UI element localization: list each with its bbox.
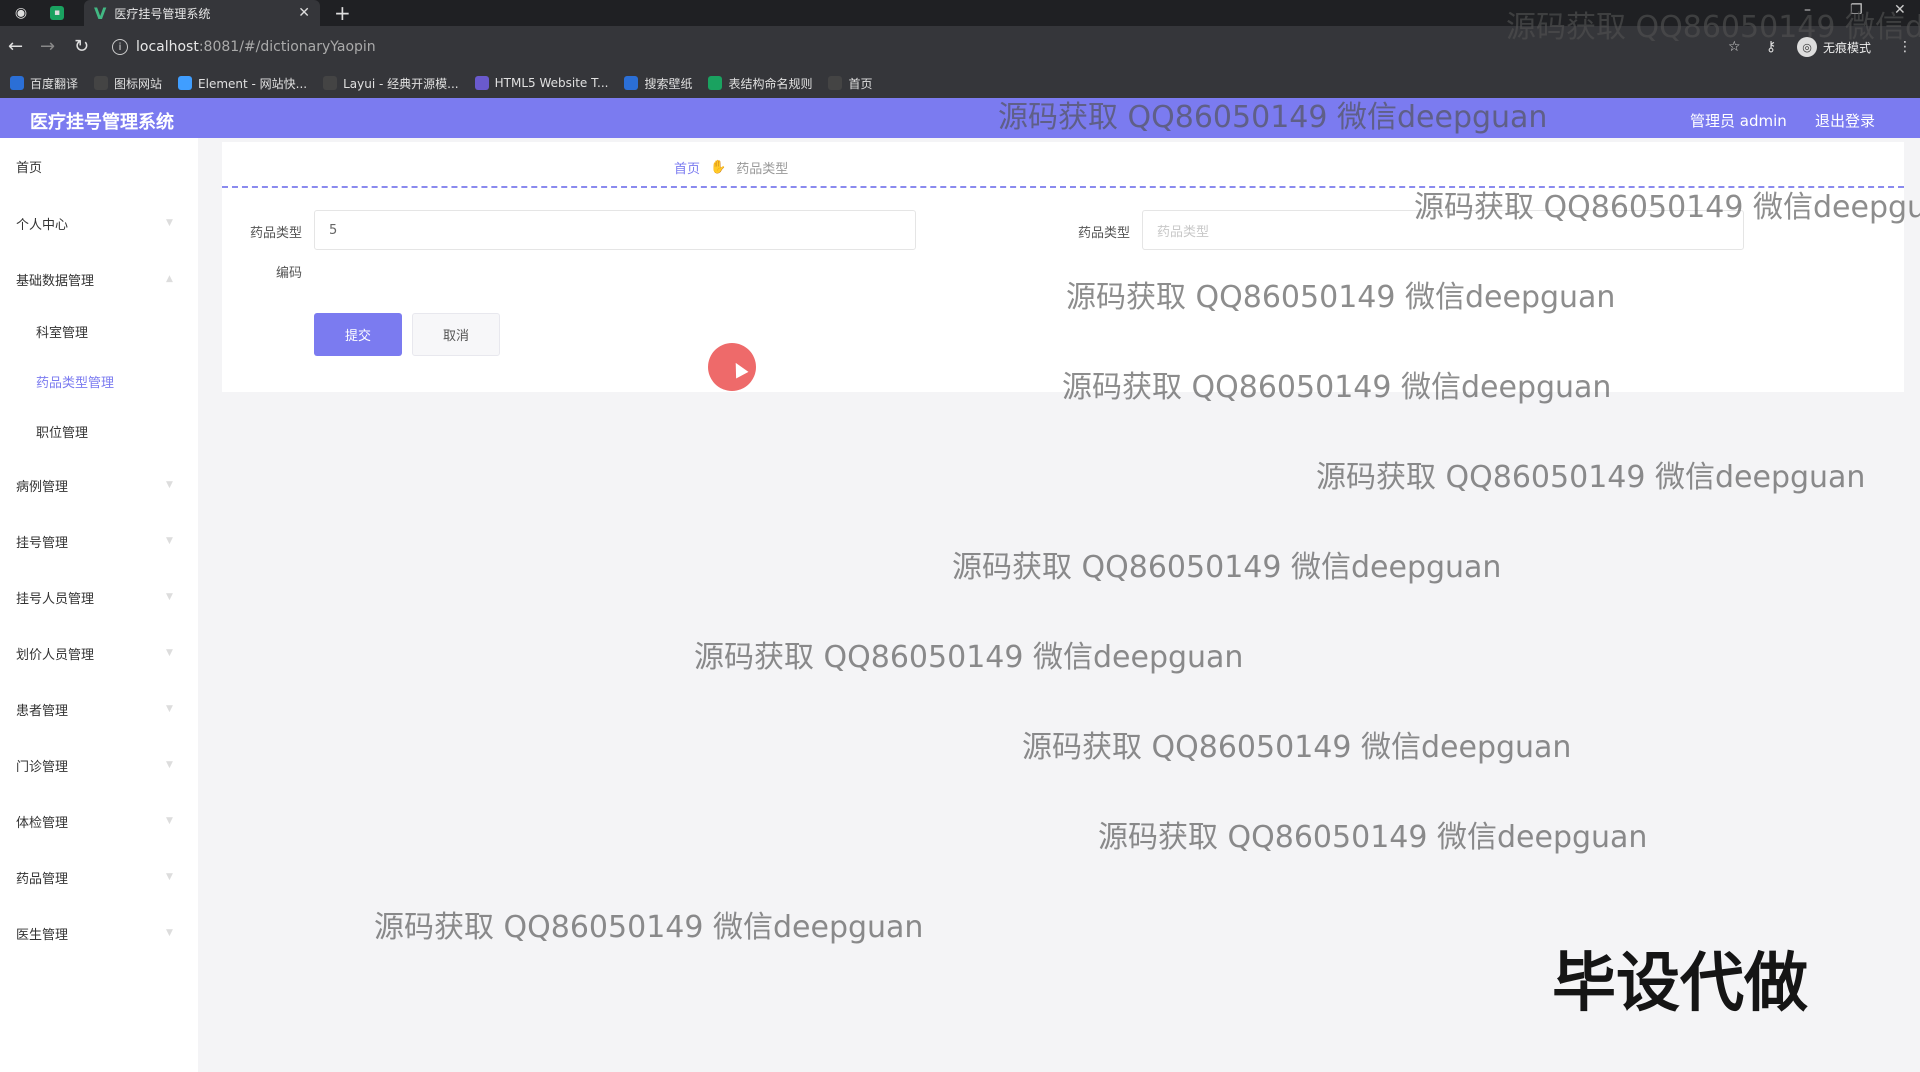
- chevron-down-icon: ▼: [166, 536, 173, 546]
- bookmarks-bar: 百度翻译 图标网站 Element - 网站快... Layui - 经典开源模...…: [0, 68, 1920, 98]
- bookmark-label: Element - 网站快...: [198, 76, 308, 91]
- reload-icon[interactable]: ↻: [74, 36, 89, 57]
- chevron-down-icon: ▼: [166, 704, 173, 714]
- tab-close-icon[interactable]: ✕: [298, 5, 310, 21]
- sidebar-item-outpatient[interactable]: 门诊管理: [16, 756, 68, 775]
- bookmark-favicon-icon: [94, 76, 109, 90]
- watermark: 源码获取 QQ86050149 微信deepguan: [1022, 730, 1572, 765]
- browser-tab-active[interactable]: V 医疗挂号管理系统 ✕: [84, 0, 320, 26]
- bookmark-label: HTML5 Website T...: [494, 76, 609, 90]
- drug-type-name-label: 药品类型: [1077, 226, 1130, 241]
- watermark-clipped: 源码获取 QQ86050149 微信deepgua: [1414, 190, 1920, 225]
- pinned-tab-icon[interactable]: ▪: [50, 6, 64, 20]
- chevron-down-icon: ▼: [166, 760, 173, 770]
- watermark: 源码获取 QQ86050149 微信deepguan: [694, 640, 1244, 675]
- watermark: 源码获取 QQ86050149 微信deepguan: [1066, 280, 1616, 315]
- logout-link[interactable]: 退出登录: [1815, 110, 1875, 131]
- sidebar-subitem-position[interactable]: 职位管理: [36, 422, 88, 441]
- hand-icon: ✋: [710, 160, 727, 175]
- bookmark-item[interactable]: 搜索壁纸: [624, 75, 692, 92]
- app-header: 医疗挂号管理系统 管理员 admin 退出登录: [0, 98, 1920, 138]
- bookmark-favicon-icon: [178, 76, 193, 90]
- bookmark-item[interactable]: 首页: [828, 75, 873, 92]
- sidebar-subitem-drug-type[interactable]: 药品类型管理: [36, 372, 114, 391]
- drug-type-code-input[interactable]: 5: [314, 210, 916, 250]
- bookmark-label: 搜索壁纸: [644, 76, 693, 91]
- watermark: 源码获取 QQ86050149 微信deepguan: [374, 910, 924, 945]
- bookmark-label: 图标网站: [114, 76, 163, 91]
- watermark: 源码获取 QQ86050149 微信deepguan: [952, 550, 1502, 585]
- bookmark-favicon-icon: [474, 76, 489, 90]
- chevron-down-icon: ▼: [166, 648, 173, 658]
- bookmark-favicon-icon: [828, 76, 843, 90]
- browser-menu-icon[interactable]: ◉: [12, 4, 30, 22]
- tab-title: 医疗挂号管理系统: [114, 6, 211, 21]
- sidebar-item-profile[interactable]: 个人中心: [16, 214, 68, 233]
- url-path: :8081/#/dictionaryYaopin: [198, 39, 376, 55]
- sidebar-item-doctors[interactable]: 医生管理: [16, 924, 68, 943]
- bookmark-favicon-icon: [624, 76, 639, 90]
- chevron-down-icon: ▼: [166, 928, 173, 938]
- sidebar-item-drugs[interactable]: 药品管理: [16, 868, 68, 887]
- watermark: 源码获取 QQ86050149 微信deepguan: [1062, 370, 1612, 405]
- sidebar-subitem-department[interactable]: 科室管理: [36, 322, 88, 341]
- cancel-button[interactable]: 取消: [412, 313, 500, 356]
- new-tab-icon[interactable]: +: [334, 1, 351, 25]
- bookmark-label: 首页: [848, 76, 873, 91]
- bookmark-label: 百度翻译: [30, 76, 79, 91]
- bookmark-label: Layui - 经典开源模...: [343, 76, 459, 91]
- watermark: 源码获取 QQ86050149 微信deepguan: [1316, 460, 1866, 495]
- bookmark-favicon-icon: [10, 76, 24, 90]
- watermark: 源码获取 QQ86050149 微信deepguan: [998, 100, 1548, 135]
- chevron-down-icon: ▼: [166, 592, 173, 602]
- sidebar-item-patients[interactable]: 患者管理: [16, 700, 68, 719]
- watermark: 源码获取 QQ86050149 微信deepguan: [1098, 820, 1648, 855]
- bookmark-favicon-icon: [708, 76, 723, 90]
- breadcrumb-home[interactable]: 首页: [674, 158, 700, 177]
- back-icon[interactable]: ←: [8, 36, 23, 57]
- forward-icon[interactable]: →: [40, 36, 55, 57]
- bookmark-favicon-icon: [323, 76, 338, 90]
- sidebar-item-home[interactable]: 首页: [16, 157, 42, 176]
- watermark-big: 毕设代做: [1552, 947, 1808, 1021]
- app-title: 医疗挂号管理系统: [30, 112, 174, 133]
- sidebar-item-basic-data[interactable]: 基础数据管理: [16, 270, 94, 289]
- breadcrumb: 首页 ✋ 药品类型: [674, 158, 788, 177]
- sidebar: 首页 个人中心 ▼ 基础数据管理 ▲ 科室管理 药品类型管理 职位管理 病例管理…: [0, 138, 198, 1072]
- bookmark-item[interactable]: HTML5 Website T...: [474, 76, 609, 90]
- sidebar-item-cases[interactable]: 病例管理: [16, 476, 68, 495]
- chevron-up-icon: ▲: [166, 274, 173, 284]
- bookmark-label: 表结构命名规则: [728, 76, 813, 91]
- bookmark-item[interactable]: 表结构命名规则: [708, 75, 812, 92]
- watermark-top: 源码获取 QQ86050149 微信d: [1506, 10, 1920, 45]
- site-info-icon[interactable]: i: [112, 39, 128, 55]
- bookmark-item[interactable]: 百度翻译: [10, 75, 78, 92]
- bookmark-item[interactable]: Element - 网站快...: [178, 75, 307, 92]
- bookmark-item[interactable]: 图标网站: [94, 75, 162, 92]
- chevron-down-icon: ▼: [166, 816, 173, 826]
- breadcrumb-current: 药品类型: [736, 162, 789, 177]
- chevron-down-icon: ▼: [166, 872, 173, 882]
- sidebar-item-checkup[interactable]: 体检管理: [16, 812, 68, 831]
- code-label: 编码: [275, 266, 302, 281]
- sidebar-item-pricing-staff[interactable]: 划价人员管理: [16, 644, 94, 663]
- chevron-down-icon: ▼: [166, 218, 173, 228]
- submit-button[interactable]: 提交: [314, 313, 402, 356]
- bookmark-item[interactable]: Layui - 经典开源模...: [323, 75, 459, 92]
- chevron-down-icon: ▼: [166, 480, 173, 490]
- drug-type-code-label: 药品类型: [249, 226, 302, 241]
- sidebar-item-registration[interactable]: 挂号管理: [16, 532, 68, 551]
- sidebar-item-registrar-staff[interactable]: 挂号人员管理: [16, 588, 94, 607]
- vue-logo-icon: V: [94, 3, 107, 23]
- url-host: localhost: [136, 39, 199, 55]
- current-user: 管理员 admin: [1690, 112, 1787, 130]
